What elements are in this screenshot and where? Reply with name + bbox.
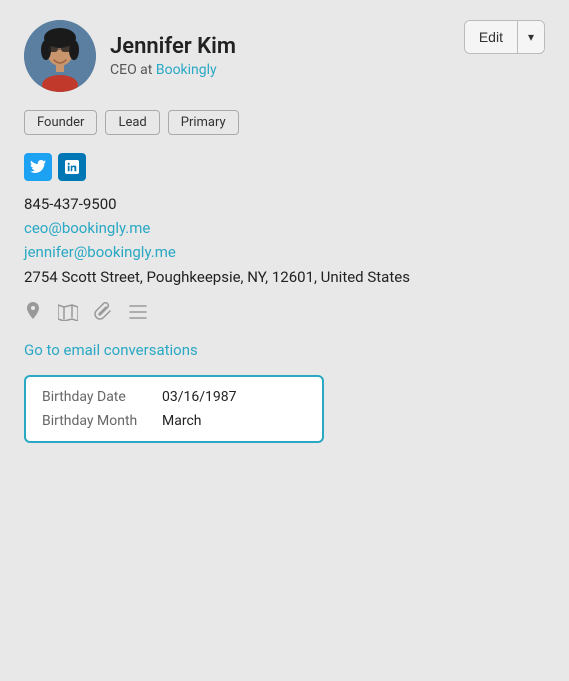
twitter-icon[interactable] — [24, 153, 52, 181]
birthday-month-value: March — [162, 413, 202, 429]
edit-button[interactable]: Edit — [465, 20, 517, 54]
birthday-date-label: Birthday Date — [42, 389, 162, 405]
birthday-month-label: Birthday Month — [42, 413, 162, 429]
birthday-month-row: Birthday Month March — [42, 413, 306, 429]
edit-button-group: Edit ▾ — [464, 20, 545, 54]
map-icon[interactable] — [58, 303, 78, 326]
linkedin-icon[interactable] — [58, 153, 86, 181]
birthday-date-row: Birthday Date 03/16/1987 — [42, 389, 306, 405]
go-to-email-link[interactable]: Go to email conversations — [24, 341, 545, 359]
location-icon[interactable] — [24, 302, 42, 327]
tag-primary[interactable]: Primary — [168, 110, 239, 135]
email-primary[interactable]: ceo@bookingly.me — [24, 219, 545, 237]
birthday-box: Birthday Date 03/16/1987 Birthday Month … — [24, 375, 324, 443]
tags-container: Founder Lead Primary — [24, 110, 545, 135]
dropdown-button[interactable]: ▾ — [518, 20, 544, 54]
email-secondary[interactable]: jennifer@bookingly.me — [24, 243, 545, 261]
company-link[interactable]: Bookingly — [156, 62, 217, 78]
address: 2754 Scott Street, Poughkeepsie, NY, 126… — [24, 267, 545, 288]
phone-number: 845-437-9500 — [24, 195, 545, 213]
contact-title: CEO at Bookingly — [110, 62, 236, 78]
avatar — [24, 20, 96, 92]
chevron-down-icon: ▾ — [528, 30, 534, 44]
tag-lead[interactable]: Lead — [105, 110, 159, 135]
list-icon[interactable] — [128, 304, 148, 325]
social-icons — [24, 153, 545, 181]
action-icons-row — [24, 302, 545, 327]
contact-card: Jennifer Kim CEO at Bookingly Edit ▾ Fou… — [0, 0, 569, 681]
attachment-icon[interactable] — [94, 302, 112, 327]
header: Jennifer Kim CEO at Bookingly Edit ▾ — [24, 20, 545, 92]
header-left: Jennifer Kim CEO at Bookingly — [24, 20, 236, 92]
name-block: Jennifer Kim CEO at Bookingly — [110, 34, 236, 78]
tag-founder[interactable]: Founder — [24, 110, 97, 135]
contact-name: Jennifer Kim — [110, 34, 236, 60]
birthday-date-value: 03/16/1987 — [162, 389, 237, 405]
contact-info: 845-437-9500 ceo@bookingly.me jennifer@b… — [24, 195, 545, 288]
